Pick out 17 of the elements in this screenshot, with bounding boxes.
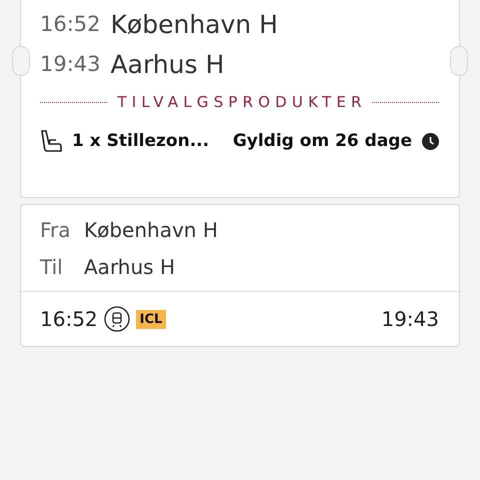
section-title: TILVALGSPRODUKTER: [117, 93, 367, 111]
to-label: Til: [40, 254, 64, 278]
stop-station: København H: [110, 10, 278, 38]
train-type-badge: ICL: [136, 310, 166, 328]
from-label: Fra: [40, 218, 72, 242]
stop-station: Aarhus H: [110, 50, 224, 78]
product-name: 1 x Stillezon...: [72, 131, 210, 151]
departure-time: 16:52: [40, 307, 98, 331]
train-icon: [104, 306, 130, 332]
stop-time: 16:52: [40, 12, 101, 36]
to-station: Aarhus H: [84, 254, 175, 278]
clock-icon: [422, 132, 439, 150]
seat-icon: [40, 129, 62, 153]
from-station: København H: [84, 218, 218, 242]
arrival-time: 19:43: [381, 307, 439, 331]
product-validity: Gyldig om 26 dage: [232, 131, 412, 151]
stop-time: 19:43: [40, 52, 101, 76]
